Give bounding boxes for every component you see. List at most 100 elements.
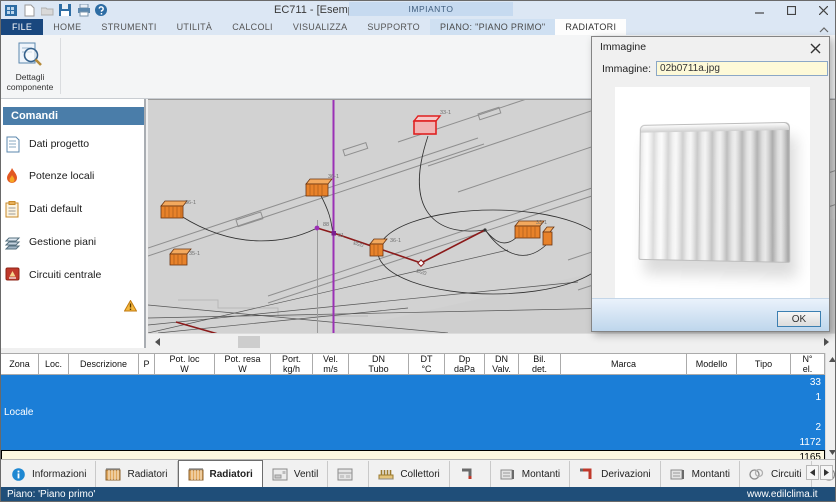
radiator-glyph[interactable]: [161, 201, 187, 218]
fancoil-icon: [272, 467, 288, 481]
immagine-dialog: Immagine Immagine: OK: [591, 36, 830, 332]
dialog-title-bar[interactable]: Immagine: [592, 37, 829, 57]
room-label: 36-1: [390, 238, 401, 244]
scrollbar-thumb[interactable]: [238, 336, 260, 348]
col-header: DT°C: [409, 353, 445, 375]
collapse-ribbon-icon[interactable]: [819, 21, 833, 33]
sheet-tab-unit[interactable]: [328, 461, 369, 487]
sidebar-item-dati-progetto[interactable]: Dati progetto: [5, 134, 142, 154]
tab-visualizza[interactable]: VISUALIZZA: [283, 19, 358, 35]
image-filename-input[interactable]: [656, 61, 828, 76]
sheet-tab-montanti-2[interactable]: Montanti: [661, 461, 740, 487]
col-header: Descrizione: [69, 353, 139, 375]
pipe-bend-gray-icon: [459, 467, 475, 481]
pipe-node[interactable]: [332, 231, 337, 236]
title-bar: EC711 - [Esempio] IMPIANTO FILE HOME STR…: [1, 1, 836, 35]
flame-icon: [5, 168, 22, 185]
radiator-glyph[interactable]: [543, 227, 554, 245]
sheet-tab-radiatori-active[interactable]: Radiatori: [178, 460, 263, 487]
col-header: Marca: [561, 353, 687, 375]
scroll-down-icon[interactable]: [827, 447, 836, 458]
save-icon[interactable]: [59, 4, 72, 17]
sidebar-header: Comandi: [3, 107, 144, 125]
minimize-icon[interactable]: [749, 3, 769, 18]
scroll-left-icon[interactable]: [150, 336, 164, 348]
sheet-tab-collettori[interactable]: Collettori: [369, 461, 449, 487]
sheet-tab-ventil[interactable]: Ventil: [263, 461, 328, 487]
ok-button[interactable]: OK: [777, 311, 821, 327]
table-vertical-scrollbar[interactable]: [825, 353, 836, 459]
sheet-tab-radiatori[interactable]: Radiatori: [96, 461, 177, 487]
help-icon[interactable]: [95, 4, 108, 17]
open-file-icon[interactable]: [41, 4, 54, 17]
sidebar-item-potenze-locali[interactable]: Potenze locali: [5, 166, 142, 186]
sidebar-item-gestione-piani[interactable]: Gestione piani: [5, 232, 142, 252]
dettagli-componente-button[interactable]: Dettagli componente: [2, 37, 58, 95]
sidebar-item-dati-default[interactable]: Dati default: [5, 199, 142, 219]
tab-file[interactable]: FILE: [1, 19, 43, 35]
radiator-photo: [638, 122, 790, 263]
tab-strumenti[interactable]: STRUMENTI: [91, 19, 166, 35]
contextual-tab-group: IMPIANTO: [349, 2, 513, 16]
riser-node[interactable]: [315, 226, 320, 231]
unit-icon: [337, 467, 353, 481]
sheet-tab-informazioni[interactable]: Informazioni: [1, 461, 96, 487]
scroll-right-icon[interactable]: [819, 336, 833, 348]
command-sidebar: Comandi Dati progetto Potenze locali Dat…: [1, 99, 146, 348]
new-file-icon[interactable]: [23, 4, 36, 17]
central-circuit-icon: [5, 267, 22, 284]
riser-icon: [670, 467, 686, 481]
riser-icon: [500, 467, 516, 481]
app-logo-icon[interactable]: [5, 4, 18, 17]
junction-node[interactable]: [483, 228, 486, 231]
tab-home[interactable]: HOME: [43, 19, 91, 35]
selected-room-label: 33-1: [440, 110, 451, 116]
document-icon: [5, 136, 22, 153]
radiator-glyph[interactable]: [306, 179, 332, 196]
tab-radiatori[interactable]: RADIATORI: [555, 19, 626, 35]
room-label: 35-1: [189, 251, 200, 257]
sidebar-item-circuiti-centrale[interactable]: Circuiti centrale: [5, 265, 142, 285]
tab-utilita[interactable]: UTILITÀ: [167, 19, 223, 35]
image-preview-box: [615, 87, 810, 300]
radiator-icon: [105, 467, 121, 481]
sheet-tab-derivazioni[interactable]: Derivazioni: [570, 461, 660, 487]
room-label: 36-1: [328, 174, 339, 180]
col-header: DNValv.: [485, 353, 519, 375]
collector-icon: [378, 467, 394, 481]
close-icon[interactable]: [813, 3, 833, 18]
col-header: DNTubo: [349, 353, 409, 375]
info-icon: [10, 467, 26, 481]
pipe-bend-red-icon: [579, 467, 595, 481]
col-header: Vel.m/s: [313, 353, 349, 375]
sheet-scroll-right-icon[interactable]: [820, 465, 833, 480]
col-header: Loc.: [39, 353, 69, 375]
node-label: 88: [323, 222, 329, 228]
col-header: Zona: [1, 353, 39, 375]
maximize-icon[interactable]: [781, 3, 801, 18]
image-field-label: Immagine:: [602, 63, 651, 75]
layers-icon: [5, 234, 22, 251]
dialog-footer: OK: [592, 298, 829, 331]
warning-icon: [124, 299, 137, 311]
selected-radiator-glyph[interactable]: [414, 116, 440, 134]
col-header: Tipo: [737, 353, 791, 375]
col-header: Bil.det.: [519, 353, 561, 375]
ribbon-group-separator: [60, 38, 61, 94]
tab-calcoli[interactable]: CALCOLI: [222, 19, 283, 35]
tab-supporto[interactable]: SUPPORTO: [357, 19, 430, 35]
tab-piano-primo[interactable]: PIANO: "PIANO PRIMO": [430, 19, 555, 35]
form-icon: [5, 201, 22, 218]
close-icon[interactable]: [810, 41, 823, 54]
print-icon[interactable]: [77, 4, 90, 17]
col-header: Pot. locW: [155, 353, 215, 375]
room-label: 33-1: [536, 220, 547, 226]
sheet-tab-circuiti[interactable]: Circuiti: [740, 461, 812, 487]
col-header: Port.kg/h: [271, 353, 313, 375]
sheet-tab-montanti[interactable]: Montanti: [491, 461, 570, 487]
scroll-up-icon[interactable]: [827, 354, 836, 365]
col-header: N°el.: [791, 353, 825, 375]
canvas-horizontal-scrollbar[interactable]: [148, 333, 836, 349]
sheet-tab-pipe[interactable]: [450, 461, 491, 487]
sheet-scroll-left-icon[interactable]: [806, 465, 819, 480]
